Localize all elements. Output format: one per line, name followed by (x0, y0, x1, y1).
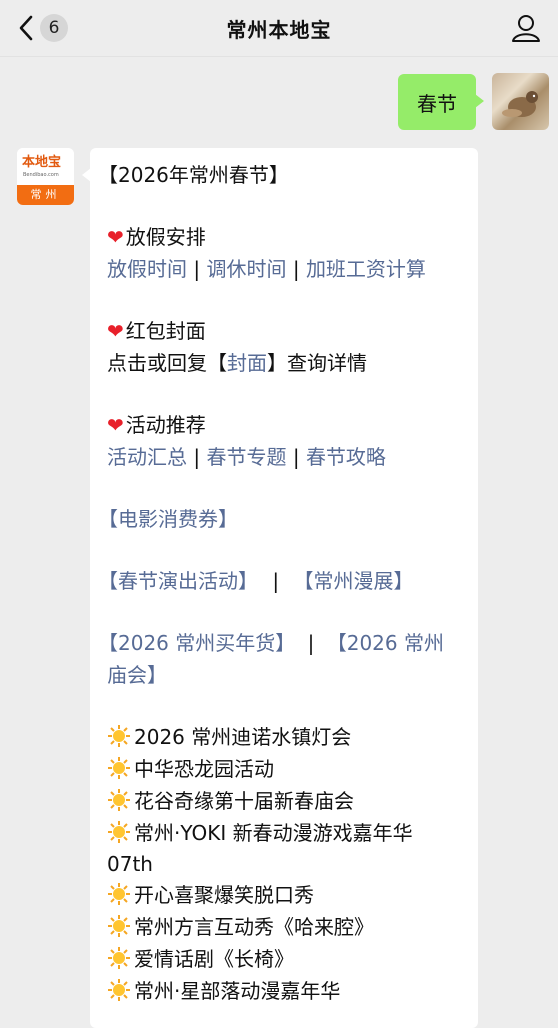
list-item[interactable]: 中华恐龙园活动 (107, 755, 274, 783)
bird-photo-icon (502, 91, 538, 117)
profile-button[interactable] (510, 12, 542, 44)
red-packet-instruction: 点击或回复【封面】查询详情 (107, 351, 367, 375)
sun-icon (108, 947, 130, 969)
link-movie-voucher[interactable]: 【电影消费券】 (98, 505, 238, 533)
user-avatar[interactable] (492, 73, 549, 130)
nav-bar: 6 常州本地宝 (0, 0, 558, 57)
list-item[interactable]: 常州·YOKI 新春动漫游戏嘉年华 (107, 819, 413, 847)
section-red-packet-title: ❤ 红包封面 (107, 319, 206, 343)
section-activities-title: ❤ 活动推荐 (107, 413, 206, 437)
sun-icon (108, 979, 130, 1001)
list-item[interactable]: 开心喜聚爆笑脱口秀 (107, 881, 314, 909)
list-item[interactable]: 花谷奇缘第十届新春庙会 (107, 787, 354, 815)
list-item[interactable]: 常州·星部落动漫嘉年华 (107, 977, 340, 1005)
link-adjusted-workday[interactable]: 调休时间 (206, 257, 286, 281)
section-holiday-title: ❤ 放假安排 (107, 225, 206, 249)
chat-title: 常州本地宝 (226, 18, 332, 42)
link-comic-expo[interactable]: 【常州漫展】 (293, 569, 413, 593)
list-item[interactable]: 常州方言互动秀《哈来腔》 (107, 913, 374, 941)
list-item-cont[interactable]: 07th (107, 850, 153, 878)
link-newyear-goods[interactable]: 【2026 常州买年货】 (98, 631, 295, 655)
link-spring-topic[interactable]: 春节专题 (206, 445, 286, 469)
link-cover[interactable]: 封面 (227, 351, 267, 375)
shopping-links: 【2026 常州买年货】 | 【2026 常州 (98, 631, 444, 655)
logo-city: 常州 (17, 185, 74, 205)
outgoing-message[interactable]: 春节 (398, 74, 484, 130)
sun-icon (108, 725, 130, 747)
link-activity-summary[interactable]: 活动汇总 (107, 445, 187, 469)
sun-icon (108, 883, 130, 905)
message-heading: 【2026年常州春节】 (98, 163, 289, 187)
bendibao-avatar[interactable]: 本地宝 Bendibao.com 常州 (17, 148, 74, 205)
link-temple-fair-cont[interactable]: 庙会】 (107, 661, 167, 689)
link-holiday-time[interactable]: 放假时间 (107, 257, 187, 281)
logo-site: Bendibao.com (23, 172, 59, 178)
heart-icon: ❤ (107, 225, 124, 249)
person-icon (512, 15, 540, 42)
list-item[interactable]: 爱情话剧《长椅》 (107, 945, 294, 973)
show-links: 【春节演出活动】 | 【常州漫展】 (98, 569, 414, 593)
link-temple-fair[interactable]: 【2026 常州 (327, 631, 444, 655)
activities-links: 活动汇总 | 春节专题 | 春节攻略 (107, 445, 386, 469)
sun-icon (108, 821, 130, 843)
heart-icon: ❤ (107, 319, 124, 343)
sun-icon (108, 915, 130, 937)
logo-name: 本地宝 (22, 155, 62, 170)
sun-icon (108, 757, 130, 779)
link-spring-shows[interactable]: 【春节演出活动】 (98, 569, 258, 593)
list-item[interactable]: 2026 常州迪诺水镇灯会 (107, 723, 351, 751)
sun-icon (108, 789, 130, 811)
link-spring-guide[interactable]: 春节攻略 (306, 445, 386, 469)
holiday-links: 放假时间 | 调休时间 | 加班工资计算 (107, 257, 426, 281)
link-overtime-pay[interactable]: 加班工资计算 (306, 257, 426, 281)
heart-icon: ❤ (107, 413, 124, 437)
